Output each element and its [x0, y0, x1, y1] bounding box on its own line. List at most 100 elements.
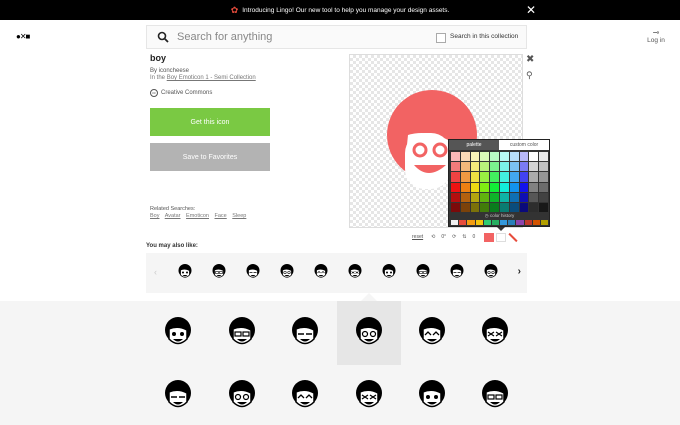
save-favorites-button[interactable]: Save to Favorites [150, 143, 270, 171]
palette-swatch[interactable] [539, 172, 548, 182]
rotate-value[interactable]: 0° [441, 234, 446, 240]
palette-swatch[interactable] [509, 162, 519, 172]
related-link[interactable]: Sleep [232, 213, 246, 219]
carousel-next-icon[interactable]: › [518, 266, 521, 277]
palette-swatch[interactable] [539, 162, 548, 172]
palette-swatch[interactable] [460, 202, 470, 212]
flip-value[interactable]: 0 [473, 234, 476, 240]
palette-swatch[interactable] [451, 182, 460, 192]
palette-swatch[interactable] [500, 172, 509, 182]
palette-swatch[interactable] [451, 192, 460, 202]
close-banner-icon[interactable]: ✕ [526, 3, 536, 17]
palette-swatch[interactable] [480, 162, 490, 172]
palette-swatch[interactable] [529, 192, 539, 202]
palette-grid[interactable] [451, 152, 548, 212]
related-link[interactable]: Emoticon [186, 213, 209, 219]
palette-swatch[interactable] [470, 152, 480, 162]
no-color-icon[interactable] [508, 233, 518, 242]
palette-swatch[interactable] [529, 182, 539, 192]
palette-swatch[interactable] [460, 182, 470, 192]
palette-swatch[interactable] [539, 202, 548, 212]
carousel-boy-icon[interactable] [211, 264, 227, 280]
collection-boy-icon[interactable] [289, 317, 321, 349]
palette-swatch[interactable] [529, 202, 539, 212]
collection-boy-icon[interactable] [416, 380, 448, 412]
palette-swatch[interactable] [509, 152, 519, 162]
carousel-boy-icon[interactable] [177, 264, 193, 280]
carousel-boy-icon[interactable] [381, 264, 397, 280]
search-collection-checkbox[interactable] [436, 33, 446, 43]
palette-swatch[interactable] [539, 152, 548, 162]
carousel-boy-icon[interactable] [483, 264, 499, 280]
palette-swatch[interactable] [519, 202, 529, 212]
collection-boy-icon[interactable] [226, 380, 258, 412]
palette-swatch[interactable] [451, 152, 460, 162]
palette-swatch[interactable] [490, 162, 499, 172]
palette-swatch[interactable] [500, 152, 509, 162]
palette-swatch[interactable] [490, 152, 499, 162]
palette-swatch[interactable] [480, 192, 490, 202]
logo[interactable]: ●✕■ [16, 32, 30, 41]
palette-swatch[interactable] [490, 202, 499, 212]
author-line[interactable]: By iconcheese [150, 68, 189, 74]
palette-swatch[interactable] [451, 162, 460, 172]
palette-swatch[interactable] [470, 172, 480, 182]
palette-swatch[interactable] [519, 152, 529, 162]
carousel-boy-icon[interactable] [347, 264, 363, 280]
palette-swatch[interactable] [470, 162, 480, 172]
reset-button[interactable]: reset [412, 234, 423, 240]
tab-palette[interactable]: palette [449, 140, 499, 150]
carousel-boy-icon[interactable] [449, 264, 465, 280]
palette-swatch[interactable] [509, 182, 519, 192]
palette-swatch[interactable] [500, 192, 509, 202]
palette-swatch[interactable] [529, 172, 539, 182]
palette-swatch[interactable] [460, 192, 470, 202]
palette-swatch[interactable] [529, 162, 539, 172]
palette-swatch[interactable] [480, 202, 490, 212]
palette-swatch[interactable] [500, 202, 509, 212]
related-link[interactable]: Face [215, 213, 227, 219]
get-icon-button[interactable]: Get this icon [150, 108, 270, 136]
foreground-color-swatch[interactable] [484, 232, 495, 242]
palette-swatch[interactable] [480, 172, 490, 182]
palette-swatch[interactable] [490, 192, 499, 202]
palette-swatch[interactable] [480, 182, 490, 192]
share-icon[interactable]: ⚲ [526, 70, 533, 81]
palette-swatch[interactable] [509, 202, 519, 212]
collection-boy-icon[interactable] [479, 380, 511, 412]
carousel-boy-icon[interactable] [313, 264, 329, 280]
palette-swatch[interactable] [490, 182, 499, 192]
palette-swatch[interactable] [480, 152, 490, 162]
carousel-boy-icon[interactable] [279, 264, 295, 280]
collection-boy-icon[interactable] [416, 317, 448, 349]
related-link[interactable]: Avatar [165, 213, 181, 219]
color-history-row[interactable] [451, 220, 549, 225]
search-input[interactable] [177, 31, 417, 43]
palette-swatch[interactable] [490, 172, 499, 182]
palette-swatch[interactable] [529, 152, 539, 162]
collection-boy-icon[interactable] [162, 317, 194, 349]
collection-boy-icon[interactable] [162, 380, 194, 412]
palette-swatch[interactable] [460, 162, 470, 172]
palette-swatch[interactable] [460, 152, 470, 162]
banner-text[interactable]: Introducing Lingo! Our new tool to help … [242, 7, 449, 14]
palette-swatch[interactable] [519, 162, 529, 172]
palette-swatch[interactable] [539, 192, 548, 202]
color-history-label[interactable]: ◷ color history [451, 213, 548, 219]
palette-swatch[interactable] [500, 162, 509, 172]
background-color-swatch[interactable] [496, 232, 507, 242]
palette-swatch[interactable] [509, 172, 519, 182]
collection-link[interactable]: Boy Emoticon 1 - Semi Collection [167, 75, 256, 81]
tab-custom-color[interactable]: custom color [499, 140, 549, 150]
rotate-right-icon[interactable]: ⟳ [452, 234, 456, 240]
related-link[interactable]: Boy [150, 213, 159, 219]
carousel-boy-icon[interactable] [245, 264, 261, 280]
palette-swatch[interactable] [451, 202, 460, 212]
palette-swatch[interactable] [519, 192, 529, 202]
palette-swatch[interactable] [470, 192, 480, 202]
palette-swatch[interactable] [451, 172, 460, 182]
palette-swatch[interactable] [519, 182, 529, 192]
palette-swatch[interactable] [539, 182, 548, 192]
collection-boy-icon[interactable] [479, 317, 511, 349]
palette-swatch[interactable] [470, 202, 480, 212]
